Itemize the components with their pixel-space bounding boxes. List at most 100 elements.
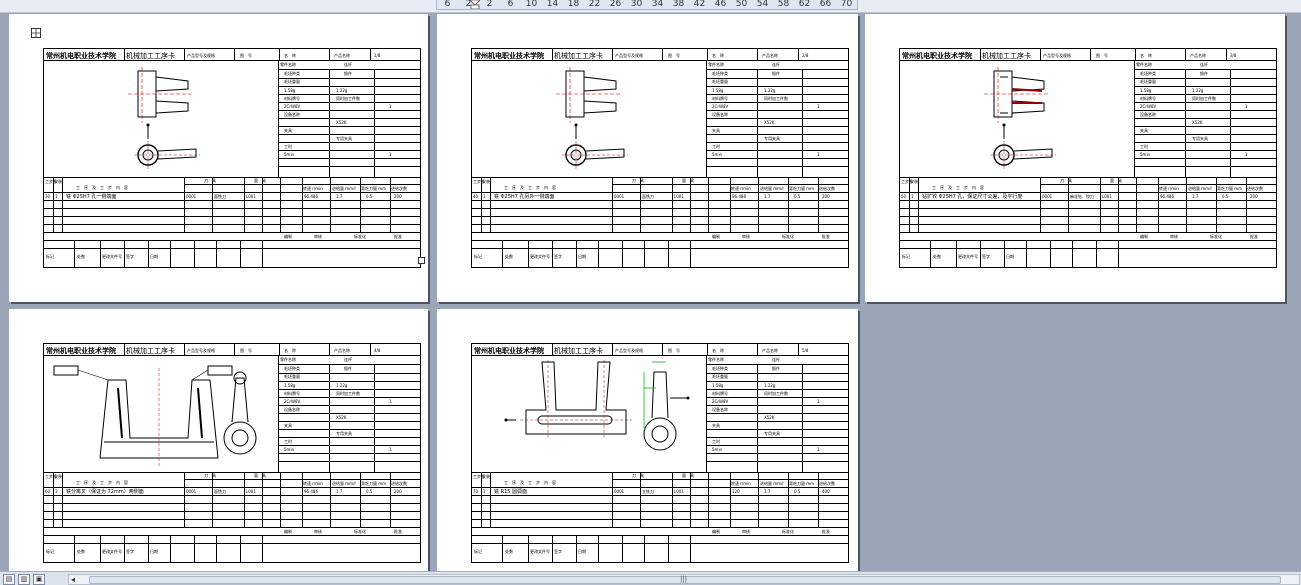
process-card: 常州机电职业技术学院 机械加工工序卡 产品型号及规格 图 号 名 称 产品名称 5/8 零件名… [471,343,849,563]
equipment-label: 设备名称 [284,407,300,412]
table-rule [370,344,371,355]
passes-value: 200 [822,194,830,199]
table-rule [278,397,420,398]
table-rule [622,535,623,562]
blank-label: 毛坯种类 [284,71,300,76]
web-view-button[interactable]: ▥ [18,574,30,585]
material-value: 2CrW8V [284,399,301,404]
table-rule [528,535,529,562]
normal-view-button[interactable]: ▤ [3,574,15,585]
horizontal-ruler[interactable]: 6 2 2 6 10 14 18 22 26 30 34 38 42 46 50 54 58 62 66 70 [0,0,1301,13]
scroll-left-icon[interactable]: ◂ [71,575,75,584]
part-name-value: 连杆 [344,62,352,67]
horizontal-scrollbar[interactable]: ◂ ||| [68,574,1300,585]
table-rule [757,69,758,177]
table-rule [278,150,420,151]
material-value: 2CrW8V [1140,104,1157,109]
depth-value: 0.5 [794,194,801,199]
move-handle-icon[interactable] [31,28,41,38]
part-name-label: 零件名称 [708,62,724,67]
table-rule [706,445,848,446]
table-rule [662,344,663,355]
table-rule [278,110,420,111]
depth-header: 背吃刀量 mm [361,481,387,486]
count-label-footer: 处数 [77,549,85,554]
ruler-scale[interactable]: 6 2 2 6 10 14 18 22 26 30 34 38 42 46 50 54 58 62 66 70 [436,0,858,10]
table-rule [329,344,330,355]
forging-value: 锻件 [772,366,780,371]
tool-name: 麻花钻、铰刀 [1070,194,1094,199]
table-rule [44,495,420,496]
document-page-4[interactable]: 常州机电职业技术学院 机械加工工序卡 产品型号及规格 图 号 名 称 产品名称 4/8 零件名… [9,309,428,571]
document-page-5[interactable]: 常州机电职业技术学院 机械加工工序卡 产品型号及规格 图 号 名 称 产品名称 5/8 零件名… [437,309,858,571]
count-value-2: 1 [389,152,392,157]
table-rule [124,344,125,355]
table-rule [184,177,185,232]
time-value: 5min [284,152,295,157]
time-label: 工时 [284,144,292,149]
drawing-no-label: 图 号 [1096,53,1108,58]
resize-handle-icon[interactable] [418,257,425,264]
table-rule [980,240,981,267]
depth-value: 0.5 [1222,194,1229,199]
table-rule [194,535,195,562]
table-rule [706,158,848,159]
table-rule [184,49,185,60]
depth-value: 0.5 [794,489,801,494]
passes-header: 进给次数 [819,186,835,191]
print-view-button[interactable]: ▣ [33,574,45,585]
fixture-label: 夹具 [1140,128,1148,133]
passes-value: 200 [1250,194,1258,199]
checker-label: 审核 [314,529,322,534]
table-rule [708,177,709,232]
drawing-no-label: 图 号 [668,348,680,353]
table-rule [690,535,691,562]
gauge-code: L001 [246,194,256,199]
fixture-value: 专用夹具 [764,136,780,141]
material-value: 2CrW8V [712,399,729,404]
material-value: 2CrW8V [284,104,301,109]
school-name: 常州机电职业技术学院 [46,347,116,355]
table-rule [472,208,848,209]
table-rule [706,389,848,390]
table-rule [644,535,645,562]
indent-marker-icon[interactable] [470,0,480,9]
table-rule [980,49,981,60]
sign-label: 签字 [982,254,990,259]
speed-header: 转速 r/min [731,481,751,486]
mark-label: 标记 [46,549,54,554]
table-rule [472,200,848,201]
rpm-value: 120 [732,489,740,494]
fixture-value: 专用夹具 [1192,136,1208,141]
operation-number: 40 [473,194,479,199]
table-rule [278,405,420,406]
table-rule [612,472,613,527]
document-page-1[interactable]: 常州机电职业技术学院 机械加工工序卡 产品型号及规格 图 号 名 称 产品名称 1/8 零件名… [9,14,428,302]
equipment-label: 设备名称 [712,407,728,412]
feed-value: 1.7 [764,194,771,199]
drawing-no-label: 图 号 [240,348,252,353]
school-name: 常州机电职业技术学院 [902,52,972,60]
table-rule [279,49,280,60]
gauge-header: 量 具 [682,178,694,183]
gauge-header: 量 具 [254,178,266,183]
table-rule [1118,240,1119,267]
table-rule [472,232,848,233]
table-rule [706,381,848,382]
tool-code: 0001 [186,194,197,199]
operation-description: 铣 Φ25H7 孔另外一侧端面 [494,194,555,200]
scrollbar-thumb[interactable]: ||| [89,575,1281,584]
process-card: 常州机电职业技术学院 机械加工工序卡 产品型号及规格 图 号 名 称 产品名称 3/8 零件名… [899,48,1277,268]
table-rule [278,461,420,462]
product-name-label: 产品名称 [334,53,350,58]
document-page-3[interactable]: 常州机电职业技术学院 机械加工工序卡 产品型号及规格 图 号 名 称 产品名称 3/8 零件名… [865,14,1285,302]
table-rule [216,535,217,562]
content-header: 工 序 及 工 步 内 容 [76,480,128,485]
operation-number: 60 [45,489,51,494]
rpm-value: 96.486 [1160,194,1174,199]
table-rule [900,216,1276,217]
ruler-tick: 50 [735,0,748,9]
table-rule [502,535,503,562]
document-page-2[interactable]: 常州机电职业技术学院 机械加工工序卡 产品型号及规格 图 号 名 称 产品名称 2/8 零件名… [437,14,858,302]
table-rule [490,472,491,527]
